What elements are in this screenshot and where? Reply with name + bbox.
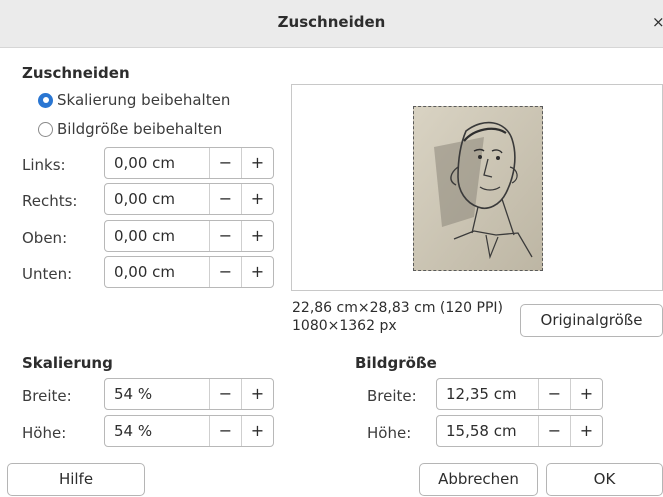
original-size-button[interactable]: Originalgröße [520, 304, 663, 337]
scale-width-input[interactable]: 54 % [105, 379, 209, 409]
scale-width-label: Breite: [22, 387, 72, 405]
right-decrement-button[interactable]: − [209, 184, 241, 214]
scale-height-label: Höhe: [22, 424, 67, 442]
image-pixel-info: 1080×1362 px [292, 318, 397, 334]
bottom-label: Unten: [22, 265, 73, 283]
image-height-increment-button[interactable]: + [570, 416, 602, 446]
dialog-title: Zuschneiden [277, 13, 386, 31]
help-button[interactable]: Hilfe [7, 463, 145, 496]
radio-keep-size-label: Bildgröße beibehalten [57, 120, 223, 138]
left-increment-button[interactable]: + [241, 148, 273, 178]
bottom-spinbox[interactable]: 0,00 cm − + [104, 256, 274, 288]
top-input[interactable]: 0,00 cm [105, 221, 209, 251]
radio-keep-scale[interactable]: Skalierung beibehalten [38, 89, 230, 111]
top-increment-button[interactable]: + [241, 221, 273, 251]
right-increment-button[interactable]: + [241, 184, 273, 214]
scale-width-decrement-button[interactable]: − [209, 379, 241, 409]
scale-height-input[interactable]: 54 % [105, 416, 209, 446]
ok-button[interactable]: OK [546, 463, 663, 496]
top-label: Oben: [22, 229, 68, 247]
right-spinbox[interactable]: 0,00 cm − + [104, 183, 274, 215]
image-width-increment-button[interactable]: + [570, 379, 602, 409]
image-height-spinbox[interactable]: 15,58 cm − + [436, 415, 603, 447]
scale-width-spinbox[interactable]: 54 % − + [104, 378, 274, 410]
scale-height-decrement-button[interactable]: − [209, 416, 241, 446]
bottom-increment-button[interactable]: + [241, 257, 273, 287]
title-bar: Zuschneiden × [0, 0, 663, 48]
crop-heading: Zuschneiden [22, 64, 130, 82]
close-icon[interactable]: × [652, 13, 663, 31]
radio-keep-scale-label: Skalierung beibehalten [57, 91, 231, 109]
image-size-info: 22,86 cm×28,83 cm (120 PPI) [292, 300, 504, 316]
image-size-heading: Bildgröße [355, 354, 437, 372]
caricature-sketch [414, 107, 542, 270]
right-input[interactable]: 0,00 cm [105, 184, 209, 214]
left-input[interactable]: 0,00 cm [105, 148, 209, 178]
image-width-input[interactable]: 12,35 cm [437, 379, 538, 409]
scale-height-spinbox[interactable]: 54 % − + [104, 415, 274, 447]
image-width-decrement-button[interactable]: − [538, 379, 570, 409]
image-height-decrement-button[interactable]: − [538, 416, 570, 446]
left-spinbox[interactable]: 0,00 cm − + [104, 147, 274, 179]
scale-width-increment-button[interactable]: + [241, 379, 273, 409]
radio-keep-size[interactable]: Bildgröße beibehalten [38, 118, 222, 140]
radio-unchecked-icon[interactable] [38, 121, 53, 137]
scale-height-increment-button[interactable]: + [241, 416, 273, 446]
image-width-spinbox[interactable]: 12,35 cm − + [436, 378, 603, 410]
bottom-input[interactable]: 0,00 cm [105, 257, 209, 287]
scale-heading: Skalierung [22, 354, 113, 372]
image-width-label: Breite: [367, 387, 417, 405]
left-decrement-button[interactable]: − [209, 148, 241, 178]
image-height-label: Höhe: [367, 424, 412, 442]
preview-image [413, 106, 543, 271]
radio-checked-icon[interactable] [38, 92, 53, 108]
left-label: Links: [22, 156, 66, 174]
right-label: Rechts: [22, 192, 78, 210]
cancel-button[interactable]: Abbrechen [419, 463, 538, 496]
image-height-input[interactable]: 15,58 cm [437, 416, 538, 446]
top-spinbox[interactable]: 0,00 cm − + [104, 220, 274, 252]
bottom-decrement-button[interactable]: − [209, 257, 241, 287]
top-decrement-button[interactable]: − [209, 221, 241, 251]
